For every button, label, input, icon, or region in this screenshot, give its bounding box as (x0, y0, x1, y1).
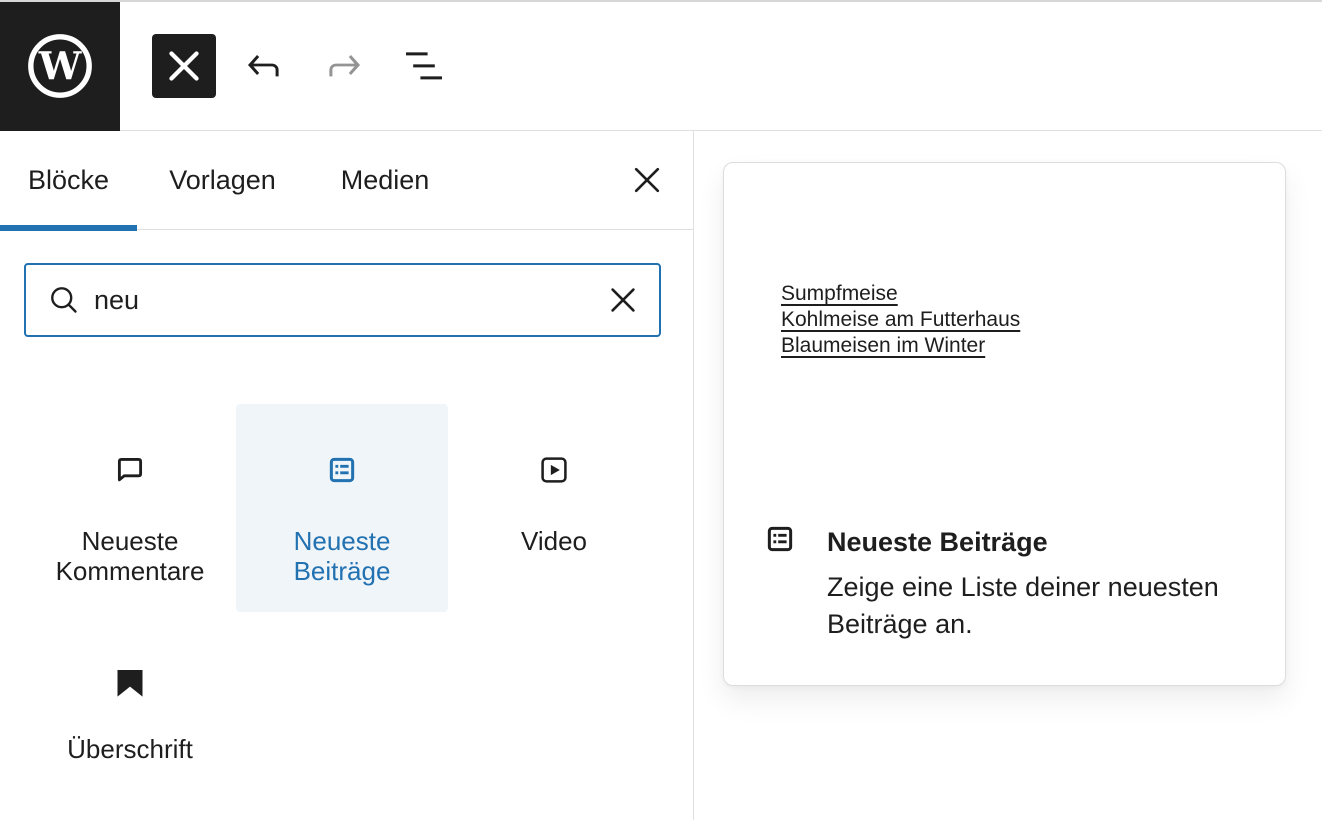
block-description: Zeige eine Liste deiner neuesten Beiträg… (827, 569, 1282, 643)
preview-post-link: Kohlmeise am Futterhaus (781, 307, 1020, 333)
block-results-grid: Neueste Kommentare Neueste Beiträge Vide… (24, 404, 660, 820)
undo-button[interactable] (232, 34, 296, 98)
redo-arrow-icon (320, 42, 368, 90)
block-example-preview: Sumpfmeise Kohlmeise am Futterhaus Blaum… (781, 281, 1020, 359)
close-icon (152, 34, 216, 98)
inserter-tab-bar: Blöcke Vorlagen Medien (0, 131, 693, 230)
clear-icon (599, 276, 647, 324)
block-inserter-panel: Blöcke Vorlagen Medien (0, 131, 694, 820)
video-icon (448, 448, 660, 492)
comment-icon (24, 448, 236, 492)
tab-blocks[interactable]: Blöcke (0, 131, 137, 229)
post-list-icon (236, 448, 448, 492)
window-top-edge (0, 0, 1322, 2)
tab-media-label: Medien (341, 165, 430, 196)
block-item-label: Neueste Kommentare (44, 526, 216, 586)
block-inserter-toggle-button[interactable] (152, 34, 216, 98)
close-icon (623, 156, 671, 204)
block-preview-panel: Sumpfmeise Kohlmeise am Futterhaus Blaum… (695, 131, 1322, 820)
undo-arrow-icon (240, 42, 288, 90)
preview-post-link: Blaumeisen im Winter (781, 333, 1020, 359)
bookmark-icon (24, 661, 236, 705)
block-search-box (24, 263, 661, 337)
search-icon (48, 284, 80, 316)
block-item-neueste-beitraege[interactable]: Neueste Beiträge (236, 404, 448, 612)
tab-blocks-label: Blöcke (28, 165, 109, 196)
tab-patterns-label: Vorlagen (169, 165, 276, 196)
clear-search-button[interactable] (599, 276, 647, 324)
block-item-label: Überschrift (44, 734, 216, 764)
block-item-neueste-kommentare[interactable]: Neueste Kommentare (24, 404, 236, 612)
block-preview-card: Sumpfmeise Kohlmeise am Futterhaus Blaum… (723, 162, 1286, 686)
preview-post-link: Sumpfmeise (781, 281, 1020, 307)
block-item-label: Video (468, 526, 640, 556)
block-item-ueberschrift[interactable]: Überschrift (24, 612, 236, 820)
editor-top-bar: W (0, 0, 1322, 131)
post-list-icon (762, 521, 798, 557)
svg-text:W: W (38, 43, 83, 88)
wordpress-logo[interactable]: W (0, 0, 120, 131)
search-input[interactable] (94, 265, 599, 335)
wordpress-logo-icon: W (26, 32, 94, 100)
block-item-label: Neueste Beiträge (256, 526, 428, 586)
tab-media[interactable]: Medien (308, 131, 462, 229)
block-item-video[interactable]: Video (448, 404, 660, 612)
close-inserter-button[interactable] (623, 156, 671, 204)
document-overview-button[interactable] (392, 34, 456, 98)
list-view-icon (400, 42, 448, 90)
redo-button[interactable] (312, 34, 376, 98)
block-title: Neueste Beiträge (827, 527, 1048, 558)
tab-patterns[interactable]: Vorlagen (137, 131, 308, 229)
